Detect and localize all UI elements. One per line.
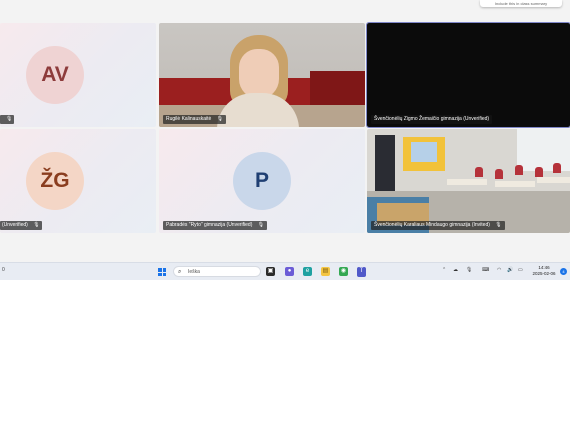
participant-name-label: Švenčionėlių Zigmo Žemaičio gimnazija (U… <box>371 115 493 124</box>
participant-tile[interactable]: ŽG (Unverified) 🎙 <box>0 129 156 233</box>
participant-video-tile[interactable]: Švenčionėlių Karaliaus Mindaugo gimnazij… <box>367 129 570 233</box>
mic-off-icon: 🎙 <box>257 222 265 228</box>
system-clock[interactable]: 14:46 2025-02-06 <box>530 265 558 277</box>
chrome-icon[interactable]: ◉ <box>339 267 348 276</box>
battery-icon[interactable]: ▭ <box>518 267 523 273</box>
notification-badge[interactable]: 4 <box>560 268 567 275</box>
task-view-icon[interactable]: ▣ <box>266 267 275 276</box>
participant-video-tile[interactable]: Rugilė Kalinauskaitė 🎙 <box>159 23 365 127</box>
participant-tile-active[interactable]: Švenčionėlių Zigmo Žemaičio gimnazija (U… <box>366 22 570 128</box>
windows-start-icon[interactable] <box>158 268 166 276</box>
microphone-icon[interactable]: 🎙 <box>466 267 472 273</box>
edge-icon[interactable]: e <box>303 267 312 276</box>
participant-name-label: Rugilė Kalinauskaitė 🎙 <box>163 115 227 124</box>
chat-icon[interactable]: ● <box>285 267 294 276</box>
participant-name-label: (Unverified) 🎙 <box>0 221 42 230</box>
participant-name: Švenčionėlių Karaliaus Mindaugo gimnazij… <box>374 222 490 228</box>
participant-avatar: AV <box>26 46 84 104</box>
taskbar-left-text: 0 <box>2 267 5 273</box>
participant-tile[interactable]: P Pabradės "Ryto" gimnazija (Unverified)… <box>159 129 365 233</box>
mic-off-icon: 🎙 <box>495 222 502 228</box>
mic-off-icon: 🎙 <box>6 116 13 122</box>
participant-name: Pabradės "Ryto" gimnazija (Unverified) <box>166 222 253 228</box>
notification-toast[interactable]: Include this in class summary <box>480 0 562 7</box>
search-placeholder: Ieška <box>188 269 200 275</box>
clock-date: 2025-02-06 <box>532 271 556 276</box>
meeting-gallery: Include this in class summary AV 🎙 Rugil… <box>0 0 570 262</box>
wifi-icon[interactable]: ◠ <box>497 267 501 273</box>
taskbar-search-box[interactable]: ⌕ Ieška <box>173 266 261 277</box>
file-explorer-icon[interactable]: ▤ <box>321 267 330 276</box>
mic-off-icon: 🎙 <box>33 222 40 228</box>
teams-icon[interactable]: T <box>357 267 366 277</box>
participant-name: Rugilė Kalinauskaitė <box>166 116 212 122</box>
participant-name: (Unverified) <box>2 222 28 228</box>
windows-taskbar: 0 ⌕ Ieška ▣ ● e ▤ ◉ T ⌃ ☁ 🎙 ⌨ ◠ 🔊 ▭ 14:4… <box>0 262 570 280</box>
participant-name-label: Pabradės "Ryto" gimnazija (Unverified) 🎙 <box>163 221 268 230</box>
language-icon[interactable]: ⌨ <box>482 267 489 273</box>
participant-name-label: Švenčionėlių Karaliaus Mindaugo gimnazij… <box>371 221 505 230</box>
mic-off-icon: 🎙 <box>216 116 224 122</box>
participant-name: Švenčionėlių Zigmo Žemaičio gimnazija (U… <box>374 116 490 122</box>
participant-avatar: ŽG <box>26 152 84 210</box>
chevron-up-icon[interactable]: ⌃ <box>442 267 446 273</box>
onedrive-icon[interactable]: ☁ <box>453 267 458 273</box>
participant-tile[interactable]: AV 🎙 <box>0 23 156 127</box>
volume-icon[interactable]: 🔊 <box>507 267 513 273</box>
participant-name-label: 🎙 <box>0 115 15 124</box>
participant-avatar: P <box>233 152 291 210</box>
search-icon: ⌕ <box>178 269 182 275</box>
